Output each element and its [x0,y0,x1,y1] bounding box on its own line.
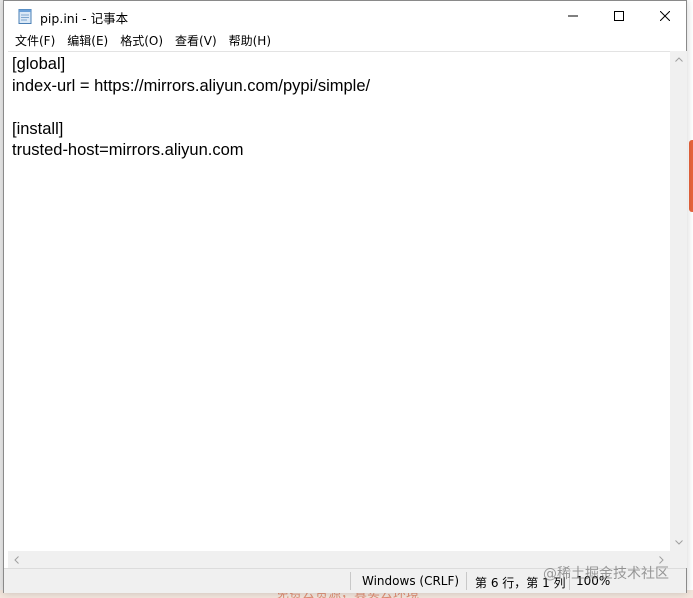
close-button[interactable] [642,1,688,31]
editor-line: trusted-host=mirrors.aliyun.com [12,141,244,159]
scrollbar-corner [670,551,687,568]
editor-line: [install] [12,119,64,138]
status-encoding: Windows (CRLF) [362,574,460,588]
status-separator [350,572,351,590]
watermark: @稀土掘金技术社区 [543,566,669,582]
title-bar[interactable]: pip.ini - 记事本 [4,1,686,31]
scroll-down-arrow-icon[interactable] [670,534,687,551]
menu-file[interactable]: 文件(F) [9,31,61,51]
window-title: pip.ini - 记事本 [40,11,129,26]
menu-edit[interactable]: 编辑(E) [61,31,114,51]
minimize-icon [568,15,578,17]
notepad-window: pip.ini - 记事本 文件(F) 编辑(E) 格式(O) 查看(V) 帮助… [3,0,687,593]
maximize-button[interactable] [596,1,642,31]
scroll-up-arrow-icon[interactable] [670,51,687,68]
status-separator [466,572,467,590]
background-accent [689,140,693,212]
editor-line: [global] [12,55,66,73]
background-right [687,0,693,598]
editor-line: index-url = https://mirrors.aliyun.com/p… [12,76,371,95]
notepad-icon [18,8,32,24]
menu-help[interactable]: 帮助(H) [223,31,277,51]
menu-bar: 文件(F) 编辑(E) 格式(O) 查看(V) 帮助(H) [4,31,686,51]
maximize-icon [614,11,624,21]
close-icon [660,11,670,21]
scroll-left-arrow-icon[interactable] [8,551,25,568]
minimize-button[interactable] [550,1,596,31]
menu-view[interactable]: 查看(V) [169,31,223,51]
vertical-scrollbar[interactable] [670,51,687,551]
text-editor[interactable]: [global] index-url = https://mirrors.ali… [8,51,670,551]
menu-format[interactable]: 格式(O) [114,31,169,51]
